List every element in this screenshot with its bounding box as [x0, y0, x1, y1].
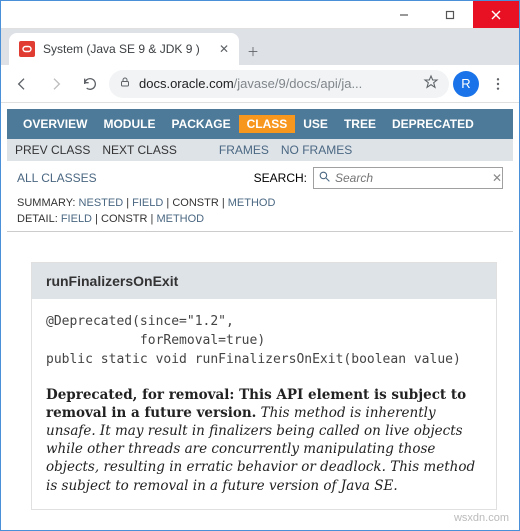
menu-button[interactable] [483, 69, 513, 99]
maximize-button[interactable] [427, 1, 473, 28]
summary-line: SUMMARY: NESTED | FIELD | CONSTR | METHO… [7, 195, 513, 211]
tab-strip: System (Java SE 9 & JDK 9 ) ✕ ＋ [1, 29, 519, 65]
prev-class: PREV CLASS [15, 143, 90, 157]
method-name-header: runFinalizersOnExit [32, 263, 496, 299]
detail-method[interactable]: METHOD [156, 213, 204, 225]
method-description: Deprecated, for removal: This API elemen… [32, 380, 496, 509]
noframes-link[interactable]: NO FRAMES [281, 143, 352, 157]
tab-close-icon[interactable]: ✕ [219, 42, 229, 56]
summary-method[interactable]: METHOD [228, 197, 276, 209]
browser-tab[interactable]: System (Java SE 9 & JDK 9 ) ✕ [9, 33, 239, 65]
javadoc-navbar: OVERVIEW MODULE PACKAGE CLASS USE TREE D… [7, 109, 513, 139]
address-bar[interactable]: docs.oracle.com/javase/9/docs/api/ja... [109, 70, 449, 98]
detail-line: DETAIL: FIELD | CONSTR | METHOD [7, 211, 513, 227]
summary-nested[interactable]: NESTED [79, 197, 124, 209]
method-detail-box: runFinalizersOnExit @Deprecated(since="1… [31, 262, 497, 510]
new-tab-button[interactable]: ＋ [239, 37, 267, 65]
nav-overview[interactable]: OVERVIEW [15, 115, 95, 133]
forward-button[interactable] [41, 69, 71, 99]
nav-module[interactable]: MODULE [95, 115, 163, 133]
star-icon[interactable] [423, 74, 439, 93]
back-button[interactable] [7, 69, 37, 99]
nav-use[interactable]: USE [295, 115, 336, 133]
search-input[interactable] [335, 171, 492, 185]
nav-class[interactable]: CLASS [239, 115, 296, 133]
minimize-button[interactable] [381, 1, 427, 28]
search-label: SEARCH: [254, 171, 307, 185]
frames-link[interactable]: FRAMES [219, 143, 269, 157]
search-box[interactable]: ✕ [313, 167, 503, 189]
browser-toolbar: docs.oracle.com/javase/9/docs/api/ja... … [1, 65, 519, 103]
lock-icon [119, 76, 131, 91]
method-signature: @Deprecated(since="1.2", forRemoval=true… [32, 299, 496, 380]
all-classes-link[interactable]: ALL CLASSES [17, 171, 97, 185]
close-button[interactable] [473, 1, 519, 28]
url-text: docs.oracle.com/javase/9/docs/api/ja... [139, 76, 415, 91]
reload-button[interactable] [75, 69, 105, 99]
search-icon [318, 170, 331, 186]
nav-package[interactable]: PACKAGE [163, 115, 238, 133]
detail-constr: CONSTR [101, 213, 147, 225]
oracle-favicon [19, 41, 35, 57]
profile-avatar[interactable]: R [453, 71, 479, 97]
page-content: OVERVIEW MODULE PACKAGE CLASS USE TREE D… [1, 103, 519, 530]
nav-tree[interactable]: TREE [336, 115, 384, 133]
tab-title: System (Java SE 9 & JDK 9 ) [43, 42, 211, 56]
detail-field[interactable]: FIELD [61, 213, 92, 225]
watermark: wsxdn.com [454, 512, 509, 524]
javadoc-subnav: PREV CLASS NEXT CLASS FRAMES NO FRAMES [7, 139, 513, 161]
summary-field[interactable]: FIELD [132, 197, 163, 209]
window-titlebar [1, 1, 519, 29]
summary-constr: CONSTR [172, 197, 218, 209]
next-class: NEXT CLASS [102, 143, 176, 157]
nav-deprecated[interactable]: DEPRECATED [384, 115, 482, 133]
clear-search-icon[interactable]: ✕ [492, 171, 502, 185]
